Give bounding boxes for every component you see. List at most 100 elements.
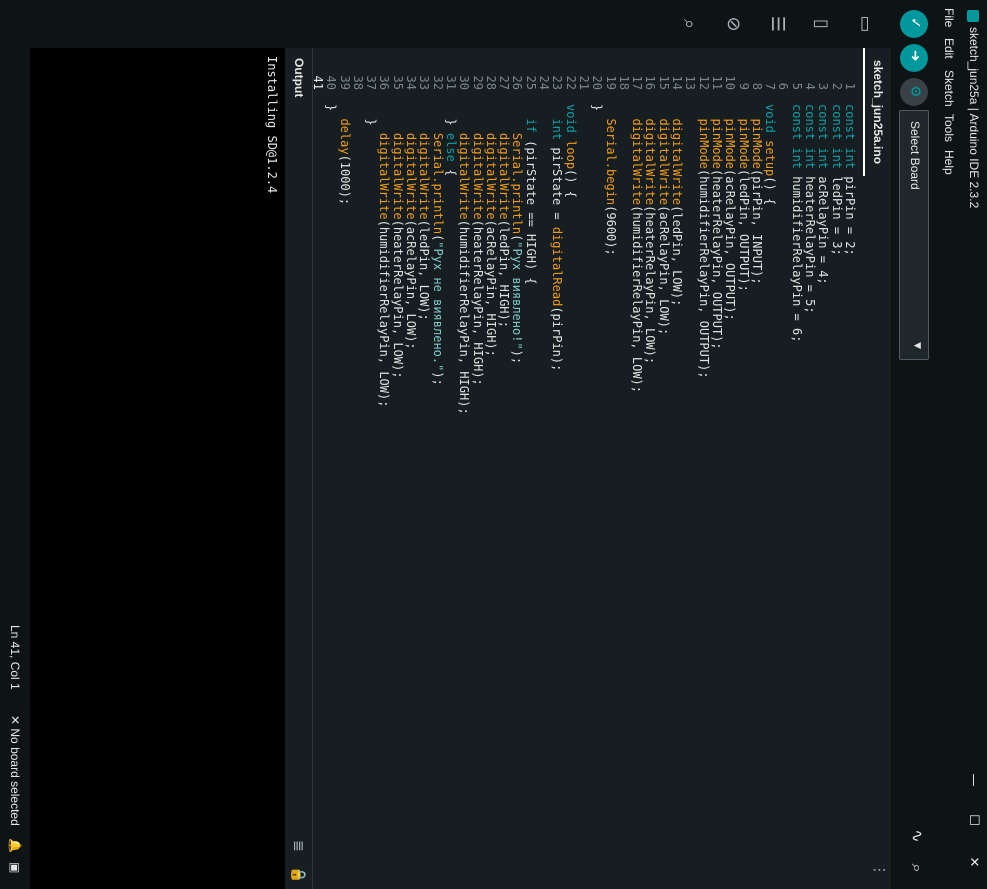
upload-button[interactable]: ➜ — [900, 44, 928, 72]
code-line[interactable]: } — [364, 104, 378, 125]
line-number: 31 — [444, 75, 458, 90]
boards-manager-icon[interactable]: ▯ — [809, 12, 833, 36]
chevron-down-icon: ▼ — [912, 342, 922, 349]
code-line[interactable]: digitalWrite(humidifierRelayPin, LOW); — [630, 104, 644, 393]
line-number: 25 — [523, 75, 538, 90]
line-number-gutter: 1 2 3 4 5 6 7 8 9 10 11 12 13 14 15 16 17 18 19 20 21 22 23 24 2… — [311, 48, 863, 94]
line-number: 29 — [470, 75, 485, 90]
code-line[interactable]: } — [590, 104, 604, 111]
code-editor[interactable]: 1 2 3 4 5 6 7 8 9 10 11 12 13 14 15 16 17 18 19 20 21 22 23 24 2… — [311, 48, 863, 889]
clear-output-icon[interactable]: ≣ — [290, 840, 306, 852]
code-line[interactable]: Serial.begin(9600); — [604, 104, 618, 255]
code-line[interactable]: digitalWrite(humidifierRelayPin, HIGH); — [457, 104, 471, 415]
minimize-button[interactable]: — — [963, 765, 983, 795]
code-line[interactable]: digitalWrite(heaterRelayPin, LOW); — [391, 104, 405, 379]
lock-scroll-icon[interactable]: 🔒 — [290, 866, 306, 883]
code-line[interactable]: const int humidifierRelayPin = 6; — [790, 104, 804, 342]
toggle-panel-icon[interactable]: ▣ — [8, 862, 22, 873]
debug-button[interactable]: ⚙ — [900, 78, 928, 106]
line-number: 2 — [829, 82, 844, 90]
line-number: 34 — [404, 75, 419, 90]
code-line[interactable]: if (pirState == HIGH) { — [524, 104, 538, 284]
code-line[interactable]: digitalWrite(heaterRelayPin, HIGH); — [471, 104, 485, 386]
output-line: Installing SD@1.2.4 — [265, 56, 279, 194]
line-number: 14 — [670, 75, 685, 90]
search-icon[interactable]: ⌕ — [677, 12, 701, 36]
line-number: 15 — [656, 75, 671, 90]
serial-monitor-icon[interactable]: ⌕ — [903, 856, 927, 880]
code-line[interactable]: int pirState = digitalRead(pirPin); — [550, 104, 564, 371]
line-number: 8 — [749, 82, 764, 90]
line-number: 19 — [603, 75, 618, 90]
serial-plotter-icon[interactable]: ∿ — [903, 824, 927, 848]
code-line[interactable]: pinMode(heaterRelayPin, OUTPUT); — [710, 104, 724, 349]
line-number: 3 — [816, 82, 831, 90]
code-line[interactable]: digitalWrite(ledPin, HIGH); — [497, 104, 511, 328]
board-select-label: Select Board — [908, 121, 922, 190]
code-line[interactable]: digitalWrite(ledPin, LOW); — [670, 104, 684, 306]
code-line[interactable]: pinMode(acRelayPin, OUTPUT); — [723, 104, 737, 320]
menu-tools[interactable]: Tools — [942, 114, 956, 142]
line-number: 5 — [789, 82, 804, 90]
tab-sketch-file[interactable]: sketch_jun25a.ino — [863, 48, 891, 177]
title-bar: sketch_jun25a | Arduino IDE 2.3.2 — ☐ ✕ — [959, 0, 987, 889]
code-line[interactable]: void setup() { — [763, 104, 777, 205]
sketchbook-icon[interactable]: ▭ — [853, 12, 877, 36]
line-number: 37 — [364, 75, 379, 90]
line-number: 38 — [350, 75, 365, 90]
line-number: 32 — [430, 75, 445, 90]
menu-help[interactable]: Help — [942, 150, 956, 175]
line-number: 39 — [337, 75, 352, 90]
close-button[interactable]: ✕ — [963, 847, 983, 877]
arduino-logo-icon — [967, 10, 979, 22]
board-select-dropdown[interactable]: Select Board ▼ — [899, 110, 929, 360]
code-line[interactable]: const int pirPin = 2; — [843, 104, 857, 256]
code-line[interactable]: } — [324, 104, 338, 111]
notification-icon[interactable]: 🔔 — [8, 838, 22, 853]
line-number: 18 — [616, 75, 631, 90]
menu-file[interactable]: File — [942, 8, 956, 27]
cursor-position[interactable]: Ln 41, Col 1 — [8, 625, 22, 690]
line-number: 12 — [696, 75, 711, 90]
status-bar: Ln 41, Col 1 ✕ No board selected 🔔 ▣ — [0, 0, 30, 889]
output-title: Output — [292, 58, 306, 98]
code-line[interactable]: const int ledPin = 3; — [830, 104, 844, 256]
code-line[interactable]: digitalWrite(acRelayPin, LOW); — [657, 104, 671, 335]
code-line[interactable]: digitalWrite(acRelayPin, HIGH); — [484, 104, 498, 357]
check-icon: ✓ — [907, 17, 923, 29]
line-number: 10 — [723, 75, 738, 90]
code-line[interactable]: Serial.println("Рух не виявлено."); — [431, 104, 445, 386]
menu-sketch[interactable]: Sketch — [942, 70, 956, 107]
more-options-icon[interactable]: ⋮ — [871, 863, 887, 877]
line-number: 26 — [510, 75, 525, 90]
code-line[interactable]: delay(1000); — [338, 104, 352, 205]
window-title: sketch_jun25a | Arduino IDE 2.3.2 — [967, 27, 981, 209]
code-line[interactable]: } else { — [444, 104, 458, 176]
board-status[interactable]: ✕ No board selected — [8, 715, 22, 826]
line-number: 23 — [550, 75, 565, 90]
line-number: 17 — [630, 75, 645, 90]
code-line[interactable]: void loop() { — [564, 104, 578, 198]
line-number: 27 — [497, 75, 512, 90]
maximize-button[interactable]: ☐ — [963, 805, 983, 835]
line-number: 35 — [390, 75, 405, 90]
code-line[interactable]: digitalWrite(acRelayPin, LOW); — [404, 104, 418, 350]
code-line[interactable]: Serial.println("Рух виявлено!"); — [511, 104, 525, 364]
code-line[interactable]: digitalWrite(heaterRelayPin, LOW); — [644, 104, 658, 364]
arrow-right-icon: ➜ — [907, 50, 923, 62]
code-line[interactable]: const int acRelayPin = 4; — [816, 104, 830, 285]
code-line[interactable]: pinMode(pirPin, INPUT); — [750, 104, 764, 284]
code-line[interactable]: digitalWrite(ledPin, LOW); — [417, 104, 431, 321]
verify-button[interactable]: ✓ — [900, 10, 928, 38]
code-line[interactable]: pinMode(humidifierRelayPin, OUTPUT); — [697, 104, 711, 378]
line-number: 41 — [311, 75, 325, 90]
code-line[interactable]: pinMode(ledPin, OUTPUT); — [737, 104, 751, 291]
output-panel-header: Output ≣ 🔒 — [284, 48, 313, 889]
line-number: 24 — [537, 75, 552, 90]
sidebar: ▭ ▯ ☰ ⊘ ⌕ — [0, 0, 891, 49]
library-manager-icon[interactable]: ☰ — [765, 12, 789, 36]
debug-panel-icon[interactable]: ⊘ — [721, 12, 745, 36]
code-line[interactable]: const int heaterRelayPin = 5; — [803, 104, 817, 314]
menu-edit[interactable]: Edit — [942, 38, 956, 59]
code-line[interactable]: digitalWrite(humidifierRelayPin, LOW); — [378, 104, 392, 408]
